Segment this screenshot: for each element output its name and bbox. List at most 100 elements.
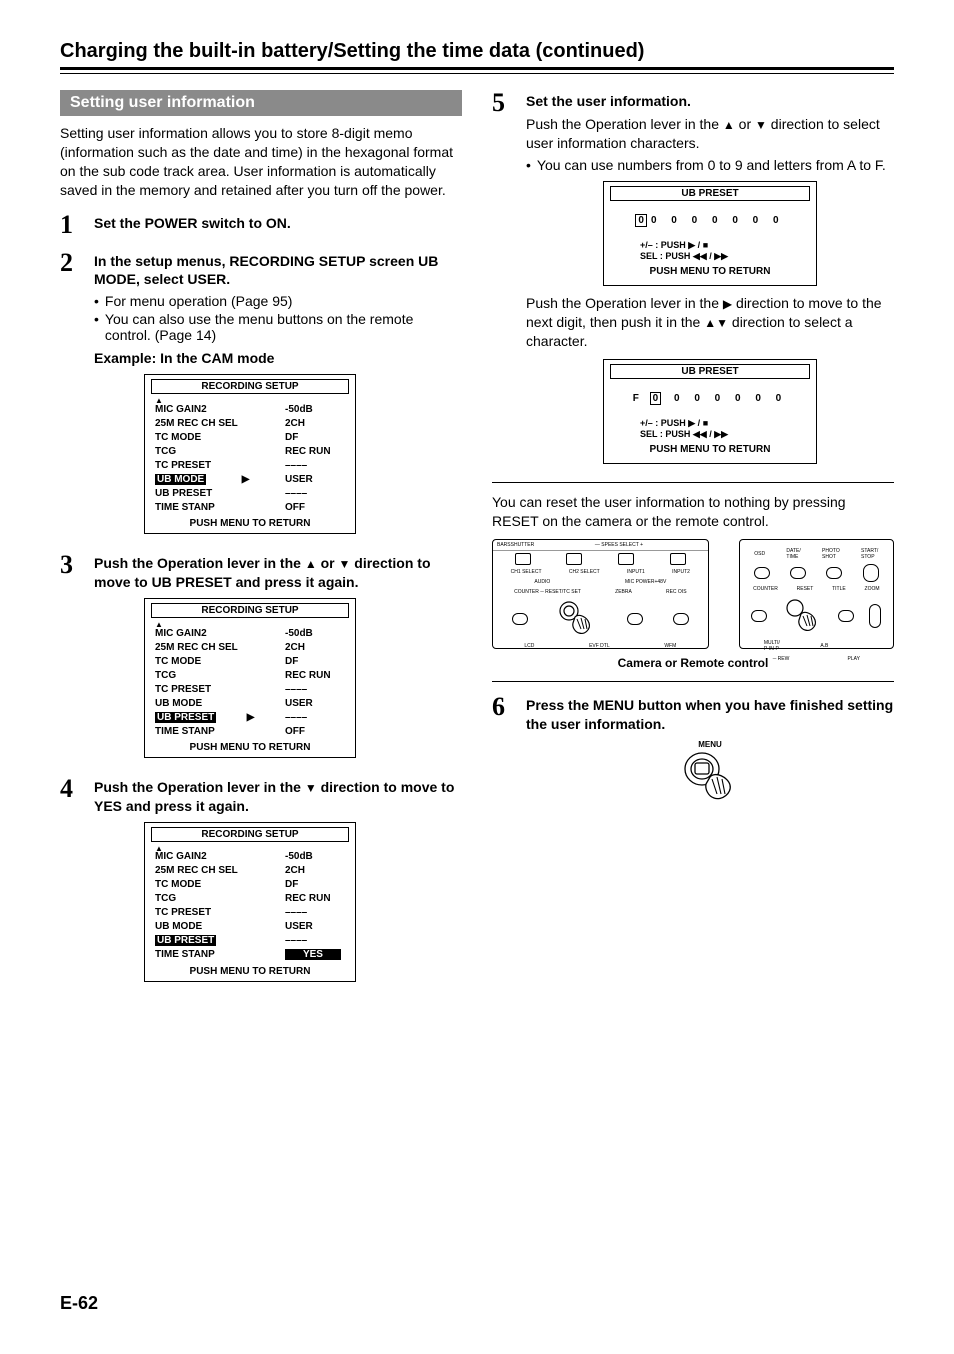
- menu-item: TIME STANP: [155, 726, 215, 737]
- menu-value: OFF: [285, 726, 345, 737]
- left-column: Setting user information Setting user in…: [60, 90, 462, 988]
- menu-box-recording-setup-2: RECORDING SETUP ▲ MIC GAIN2-50dB 25M REC…: [144, 598, 356, 758]
- step-number: 5: [492, 90, 514, 472]
- menu-item: TCG: [155, 446, 176, 457]
- ub-ops: +/– : PUSH ▶ / ■ SEL : PUSH ◀◀ / ▶▶: [610, 240, 810, 265]
- menu-item: UB MODE: [155, 698, 202, 709]
- up-triangle-icon: ▲: [704, 316, 716, 330]
- menu-label: MENU: [526, 740, 894, 749]
- menu-item-selected: UB MODE: [155, 474, 206, 485]
- step-text: Push the Operation lever in the ▶ direct…: [526, 294, 894, 351]
- menu-value: -50dB: [285, 404, 345, 415]
- menu-item: MIC GAIN2: [155, 628, 207, 639]
- menu-value: ––––: [285, 712, 345, 723]
- menu-item: TC PRESET: [155, 907, 211, 918]
- bullet: You can use numbers from 0 to 9 and lett…: [526, 157, 894, 173]
- menu-value: -50dB: [285, 851, 345, 862]
- step-5: 5 Set the user information. Push the Ope…: [492, 90, 894, 472]
- menu-button-figure: MENU: [526, 740, 894, 807]
- menu-value: REC RUN: [285, 446, 345, 457]
- ub-digits: F 0 0 0 0 0 0 0: [610, 379, 810, 418]
- step-heading: Set the POWER switch to ON.: [94, 214, 462, 233]
- menu-title: UB PRESET: [610, 186, 810, 201]
- menu-value: OFF: [285, 502, 345, 513]
- up-triangle-icon: ▲: [305, 557, 317, 571]
- title-rule: [60, 67, 894, 74]
- menu-item: TC PRESET: [155, 460, 211, 471]
- pressing-finger-icon: [557, 599, 597, 639]
- step-number: 3: [60, 552, 82, 764]
- menu-item: MIC GAIN2: [155, 404, 207, 415]
- menu-value: -50dB: [285, 628, 345, 639]
- step-number: 1: [60, 212, 82, 238]
- down-triangle-icon: ▼: [716, 316, 728, 330]
- menu-item: 25M REC CH SEL: [155, 642, 238, 653]
- menu-title: RECORDING SETUP: [151, 603, 349, 618]
- menu-item: 25M REC CH SEL: [155, 865, 238, 876]
- menu-value: DF: [285, 879, 345, 890]
- menu-item: TC MODE: [155, 656, 201, 667]
- menu-title: RECORDING SETUP: [151, 827, 349, 842]
- menu-value: 2CH: [285, 865, 345, 876]
- step-heading: Push the Operation lever in the ▼ direct…: [94, 778, 462, 816]
- page-number: E-62: [60, 1293, 98, 1314]
- ub-digits: 00 0 0 0 0 0 0: [610, 201, 810, 240]
- menu-item: TC MODE: [155, 432, 201, 443]
- ub-preset-box-2: UB PRESET F 0 0 0 0 0 0 0 +/– : PUSH ▶ /…: [603, 359, 817, 465]
- step-text: Push the Operation lever in the ▲ or ▼ d…: [526, 115, 894, 153]
- menu-value: ––––: [285, 488, 345, 499]
- step-2: 2 In the setup menus, RECORDING SETUP sc…: [60, 250, 462, 541]
- menu-value-selected: YES: [285, 949, 345, 960]
- camera-panel-illustration: BARSSHUTTER— SPEES SELECT + CH1 SELECTCH…: [492, 539, 709, 649]
- bullet: For menu operation (Page 95): [94, 293, 462, 309]
- menu-footer: PUSH MENU TO RETURN: [145, 964, 355, 981]
- menu-footer: PUSH MENU TO RETURN: [610, 264, 810, 281]
- menu-footer: PUSH MENU TO RETURN: [610, 442, 810, 459]
- menu-footer: PUSH MENU TO RETURN: [145, 516, 355, 533]
- up-triangle-icon: ▲: [723, 118, 735, 132]
- menu-item: TCG: [155, 670, 176, 681]
- ub-preset-box-1: UB PRESET 00 0 0 0 0 0 0 +/– : PUSH ▶ / …: [603, 181, 817, 287]
- intro-paragraph: Setting user information allows you to s…: [60, 124, 462, 200]
- down-triangle-icon: ▼: [339, 557, 351, 571]
- down-triangle-icon: ▼: [305, 781, 317, 795]
- menu-value: REC RUN: [285, 670, 345, 681]
- menu-box-recording-setup-1: RECORDING SETUP ▲ MIC GAIN2-50dB 25M REC…: [144, 374, 356, 534]
- menu-value: REC RUN: [285, 893, 345, 904]
- bullet: You can also use the menu buttons on the…: [94, 311, 462, 343]
- step-heading: Push the Operation lever in the ▲ or ▼ d…: [94, 554, 462, 592]
- menu-value: USER: [285, 698, 345, 709]
- step-heading: Press the MENU button when you have fini…: [526, 696, 894, 734]
- example-label: Example: In the CAM mode: [94, 349, 462, 368]
- menu-title: UB PRESET: [610, 364, 810, 379]
- step-number: 4: [60, 776, 82, 988]
- reset-figure: BARSSHUTTER— SPEES SELECT + CH1 SELECTCH…: [492, 539, 894, 649]
- menu-item: TIME STANP: [155, 949, 215, 960]
- menu-value: DF: [285, 656, 345, 667]
- menu-item: TCG: [155, 893, 176, 904]
- cursor-icon: ▶: [244, 712, 258, 723]
- step-6: 6 Press the MENU button when you have fi…: [492, 694, 894, 807]
- menu-value: DF: [285, 432, 345, 443]
- menu-box-recording-setup-3: RECORDING SETUP ▲ MIC GAIN2-50dB 25M REC…: [144, 822, 356, 982]
- menu-item-selected: UB PRESET: [155, 935, 216, 946]
- menu-item: TC PRESET: [155, 684, 211, 695]
- menu-value: 2CH: [285, 642, 345, 653]
- menu-value: ––––: [285, 907, 345, 918]
- menu-value: ––––: [285, 684, 345, 695]
- menu-value: USER: [285, 921, 345, 932]
- pressing-finger-icon: [783, 596, 823, 636]
- menu-item: UB MODE: [155, 921, 202, 932]
- pressing-menu-icon: [680, 749, 740, 804]
- menu-item-selected: UB PRESET: [155, 712, 216, 723]
- remote-panel-illustration: OSDDATE/TIMEPHOTOSHOTSTART/STOP COUNTERR…: [739, 539, 894, 649]
- menu-item: MIC GAIN2: [155, 851, 207, 862]
- right-column: 5 Set the user information. Push the Ope…: [492, 90, 894, 988]
- section-banner: Setting user information: [60, 90, 462, 116]
- menu-value: ––––: [285, 460, 345, 471]
- menu-footer: PUSH MENU TO RETURN: [145, 740, 355, 757]
- page-title: Charging the built-in battery/Setting th…: [60, 40, 894, 63]
- step-heading: Set the user information.: [526, 92, 894, 111]
- ub-ops: +/– : PUSH ▶ / ■ SEL : PUSH ◀◀ / ▶▶: [610, 418, 810, 443]
- menu-item: 25M REC CH SEL: [155, 418, 238, 429]
